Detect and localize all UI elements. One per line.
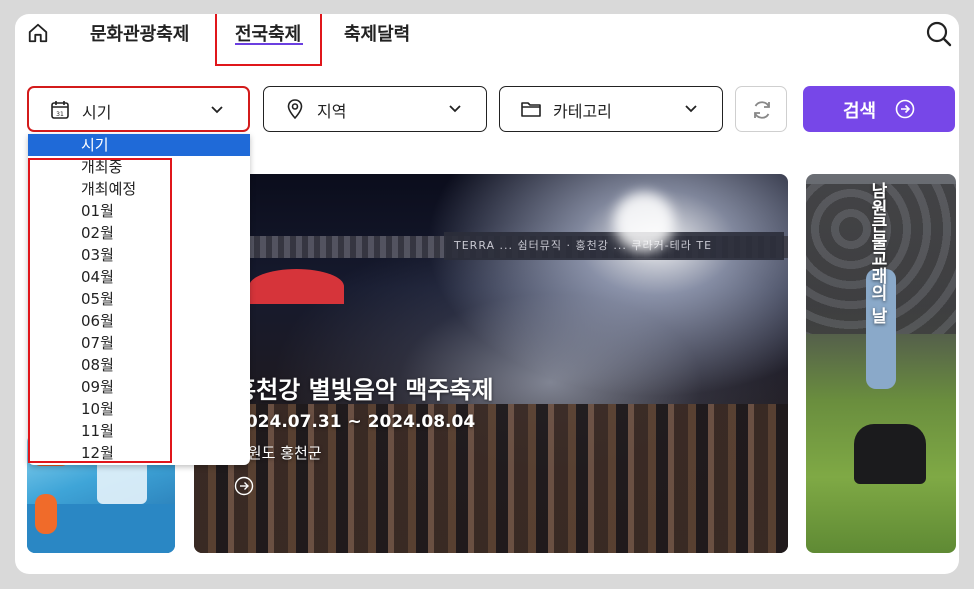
dropdown-option[interactable]: 04월 <box>28 266 250 288</box>
category-filter-select[interactable]: 카테고리 <box>499 86 723 132</box>
dropdown-option[interactable]: 02월 <box>28 222 250 244</box>
calendar-icon: 31 <box>51 101 69 119</box>
dropdown-option[interactable]: 07월 <box>28 332 250 354</box>
category-filter-label: 카테고리 <box>553 102 612 121</box>
dropdown-option[interactable]: 10월 <box>28 398 250 420</box>
search-icon[interactable] <box>925 20 953 48</box>
person-figure <box>854 424 926 484</box>
dropdown-option[interactable]: 01월 <box>28 200 250 222</box>
chevron-down-icon <box>685 105 697 113</box>
dropdown-option[interactable]: 개최예정 <box>28 178 250 200</box>
search-button-label: 검색 <box>843 101 877 122</box>
dropdown-option[interactable]: 12월 <box>28 442 250 464</box>
dropdown-option[interactable]: 시기 <box>28 134 250 156</box>
refresh-icon <box>754 101 770 119</box>
home-icon[interactable] <box>27 22 49 44</box>
side-card-title: 남원큰물교래의 날 <box>867 182 887 324</box>
time-filter-label: 시기 <box>82 103 112 122</box>
svg-text:31: 31 <box>56 111 64 118</box>
stage-banner-text: TERRA ... 쉼터뮤직 · 홍천강 ... 쿠라커-테라 TE <box>454 239 713 252</box>
festival-card-featured[interactable]: TERRA ... 쉼터뮤직 · 홍천강 ... 쿠라커-테라 TE 홍천강 별… <box>194 174 788 553</box>
region-filter-label: 지역 <box>317 102 347 121</box>
dropdown-option[interactable]: 08월 <box>28 354 250 376</box>
dropdown-option[interactable]: 개최중 <box>28 156 250 178</box>
reset-button[interactable] <box>735 86 787 132</box>
time-filter-dropdown: 시기 개최중 개최예정 01월 02월 03월 04월 05월 06월 07월 … <box>28 134 250 465</box>
chevron-down-icon <box>449 105 461 113</box>
festival-card-next[interactable]: 남원큰물교래의 날 <box>806 174 956 553</box>
location-pin-icon <box>287 99 303 120</box>
stage-light <box>614 192 674 252</box>
folder-icon <box>521 102 541 117</box>
main-panel: 문화관광축제 전국축제 축제달력 31 시기 지역 카테고리 검색 TERRA … <box>15 14 959 574</box>
tab-festival-calendar[interactable]: 축제달력 <box>344 20 410 46</box>
region-filter-select[interactable]: 지역 <box>263 86 487 132</box>
arrow-right-circle-icon[interactable] <box>234 476 254 496</box>
dropdown-option[interactable]: 05월 <box>28 288 250 310</box>
chevron-down-icon <box>211 106 223 114</box>
festival-title: 홍천강 별빛음악 맥주축제 <box>234 376 494 404</box>
search-button[interactable]: 검색 <box>803 86 955 132</box>
arrow-right-circle-icon <box>895 99 915 119</box>
active-tab-underline <box>235 43 303 45</box>
tab-culture-festival[interactable]: 문화관광축제 <box>90 20 189 46</box>
person-figure <box>35 494 57 534</box>
time-filter-select[interactable]: 31 시기 <box>27 86 250 132</box>
festival-dates: 2024.07.31 ~ 2024.08.04 <box>234 412 476 432</box>
dropdown-option[interactable]: 09월 <box>28 376 250 398</box>
dropdown-option[interactable]: 11월 <box>28 420 250 442</box>
umbrella-decoration <box>249 269 344 304</box>
dropdown-option[interactable]: 06월 <box>28 310 250 332</box>
dropdown-option[interactable]: 03월 <box>28 244 250 266</box>
